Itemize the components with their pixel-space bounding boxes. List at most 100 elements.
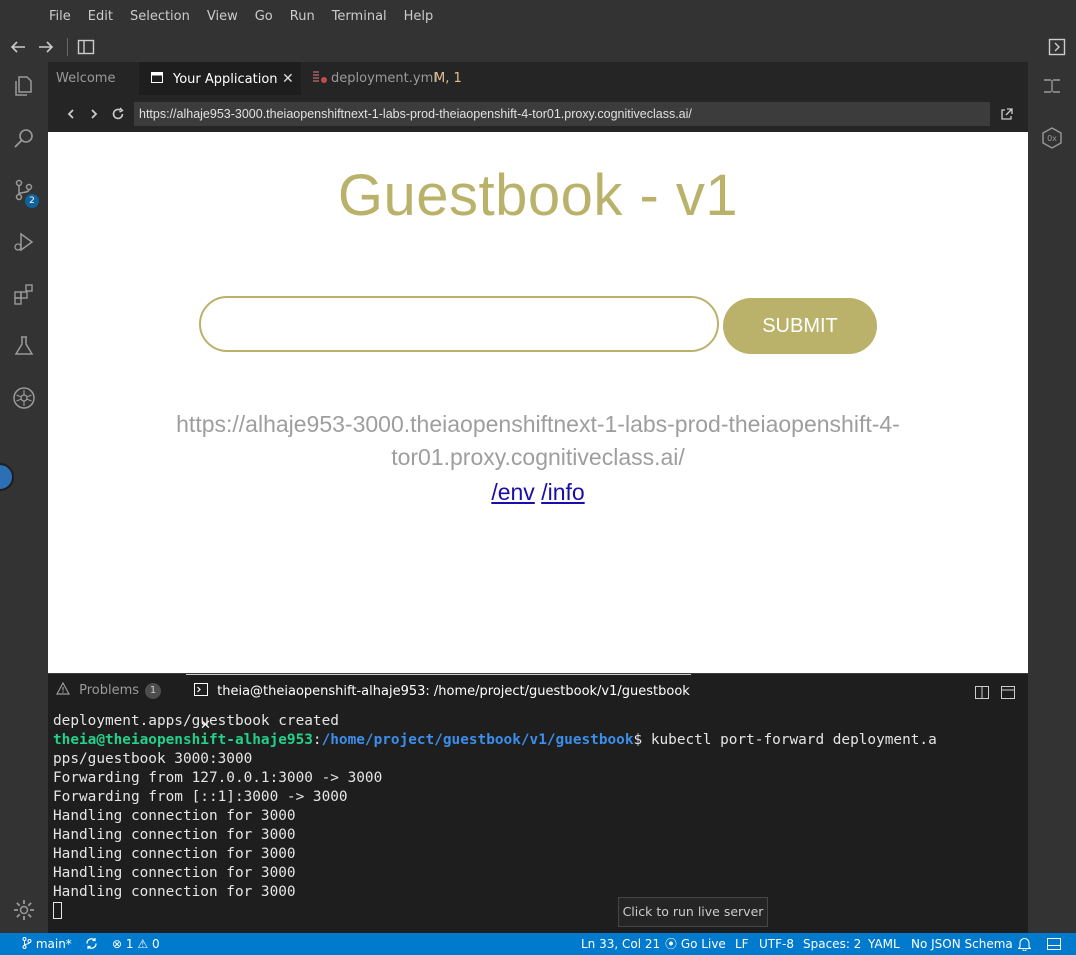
- tab-welcome-label: Welcome: [56, 71, 116, 86]
- json-schema-status[interactable]: No JSON Schema: [911, 933, 1013, 955]
- warning-triangle-icon: [55, 681, 74, 698]
- terminal-line: Handling connection for 3000: [53, 884, 296, 900]
- testing-flask-icon[interactable]: [12, 334, 36, 358]
- right-sidebar: 0x: [1028, 62, 1076, 933]
- error-count: 1: [125, 937, 134, 951]
- live-share-icon[interactable]: [0, 463, 14, 491]
- git-branch-status[interactable]: main*: [22, 933, 72, 955]
- toggle-right-panel-icon[interactable]: [1047, 37, 1067, 57]
- guestbook-links: /env /info: [48, 479, 1028, 506]
- broadcast-icon: ⦿: [665, 937, 678, 951]
- menu-bar: File Edit Selection View Go Run Terminal…: [0, 0, 1076, 32]
- terminal-line: Handling connection for 3000: [53, 865, 296, 881]
- url-input[interactable]: https://alhaje953-3000.theiaopenshiftnex…: [134, 102, 990, 126]
- menu-selection[interactable]: Selection: [130, 9, 190, 24]
- kubernetes-icon[interactable]: [12, 386, 36, 410]
- run-debug-icon[interactable]: [12, 230, 36, 254]
- tab-your-application-label: Your Application: [173, 72, 278, 87]
- prompt-path: /home/project/guestbook/v1/guestbook: [321, 732, 634, 748]
- prompt-separator: :: [312, 732, 322, 748]
- hex-editor-icon[interactable]: 0x: [1040, 126, 1064, 150]
- menu-run[interactable]: Run: [290, 9, 315, 24]
- tab-terminal[interactable]: theia@theiaopenshift-alhaje953: /home/pr…: [186, 674, 691, 733]
- go-live-label: Go Live: [680, 937, 726, 951]
- warning-icon: ⚠: [137, 937, 149, 951]
- forward-arrow-icon[interactable]: [36, 37, 56, 57]
- terminal-line: deployment.apps/guestbook created: [53, 713, 339, 729]
- tab-welcome[interactable]: Welcome: [56, 62, 146, 95]
- menu-go[interactable]: Go: [255, 9, 273, 24]
- host-url-text: https://alhaje953-3000.theiaopenshiftnex…: [176, 411, 900, 470]
- activity-bar: 2: [0, 62, 48, 933]
- yaml-file-icon: [312, 62, 330, 95]
- browser-refresh-icon[interactable]: [111, 106, 125, 125]
- tab-modified-status: M, 1: [434, 71, 462, 86]
- prompt-command: $ kubectl port-forward deployment.a: [633, 732, 937, 748]
- prompt-user: theia@theiaopenshift-alhaje953: [53, 732, 313, 748]
- toggle-panel-icon[interactable]: [1047, 938, 1061, 950]
- terminal-tab-title: theia@theiaopenshift-alhaje953: /home/pr…: [217, 684, 690, 699]
- terminal-line: Handling connection for 3000: [53, 846, 296, 862]
- git-branch-icon: [22, 937, 32, 949]
- error-icon: ⊗: [112, 937, 123, 951]
- submit-button[interactable]: SUBMIT: [723, 298, 877, 354]
- terminal-line: Handling connection for 3000: [53, 808, 296, 824]
- eol-status[interactable]: LF: [735, 933, 749, 955]
- browser-toolbar: https://alhaje953-3000.theiaopenshiftnex…: [48, 95, 1028, 132]
- terminal-line: Forwarding from 127.0.0.1:3000 -> 3000: [53, 770, 383, 786]
- encoding-status[interactable]: UTF-8: [759, 933, 794, 955]
- toggle-sidebar-icon[interactable]: [76, 37, 96, 57]
- menu-terminal[interactable]: Terminal: [332, 9, 387, 24]
- terminal-line: pps/guestbook 3000:3000: [53, 751, 253, 767]
- tab-your-application[interactable]: Your Application ✕: [139, 62, 301, 95]
- branch-name: main*: [35, 937, 72, 951]
- browser-window-icon: [151, 63, 163, 96]
- terminal-prompt-line: theia@theiaopenshift-alhaje953:/home/pro…: [53, 731, 1018, 750]
- terminal-output[interactable]: deployment.apps/guestbook created theia@t…: [53, 712, 1018, 922]
- editor-tabs: Welcome Your Application ✕ deployment.ym…: [48, 62, 1028, 95]
- web-preview: Guestbook - v1 SUBMIT https://alhaje953-…: [48, 132, 1028, 673]
- status-bar: main* ⊗ 1 ⚠ 0 Ln 33, Col 21 ⦿ Go Live LF…: [0, 933, 1076, 955]
- notifications-bell-icon[interactable]: [1018, 937, 1031, 951]
- explorer-files-icon[interactable]: [12, 74, 36, 98]
- toolbar: [0, 32, 1076, 62]
- terminal-line: Forwarding from [::1]:3000 -> 3000: [53, 789, 348, 805]
- info-link[interactable]: /info: [541, 479, 584, 505]
- menu-view[interactable]: View: [207, 9, 238, 24]
- browser-forward-icon[interactable]: [88, 106, 100, 125]
- search-icon[interactable]: [12, 126, 36, 150]
- terminal-cursor-line: [53, 902, 1018, 922]
- go-live-tooltip: Click to run live server: [618, 897, 768, 927]
- tab-close-icon[interactable]: ✕: [282, 63, 294, 96]
- language-mode[interactable]: YAML: [868, 933, 900, 955]
- outline-hierarchy-icon[interactable]: [1040, 74, 1064, 98]
- toolbar-divider: [67, 38, 68, 56]
- terminal-cursor: [53, 902, 62, 919]
- back-arrow-icon[interactable]: [8, 37, 28, 57]
- sync-icon[interactable]: [85, 933, 98, 955]
- tab-deployment-yml[interactable]: deployment.yml M, 1: [312, 62, 472, 95]
- tab-deployment-label: deployment.yml: [331, 71, 437, 86]
- maximize-panel-icon[interactable]: [1001, 684, 1015, 703]
- guestbook-entry-input[interactable]: [199, 296, 719, 352]
- env-link[interactable]: /env: [491, 479, 534, 505]
- menu-edit[interactable]: Edit: [88, 9, 113, 24]
- source-control-badge: 2: [25, 194, 39, 208]
- cursor-position[interactable]: Ln 33, Col 21: [581, 933, 660, 955]
- settings-gear-icon[interactable]: [12, 898, 36, 922]
- split-terminal-icon[interactable]: [975, 684, 989, 703]
- go-live-button[interactable]: ⦿ Go Live: [665, 933, 726, 955]
- browser-back-icon[interactable]: [65, 106, 77, 125]
- tab-problems[interactable]: Problems 1: [55, 674, 186, 708]
- extensions-icon[interactable]: [12, 282, 36, 306]
- terminal-line: Handling connection for 3000: [53, 827, 296, 843]
- problems-status[interactable]: ⊗ 1 ⚠ 0: [112, 933, 160, 955]
- menu-help[interactable]: Help: [404, 9, 434, 24]
- guestbook-title: Guestbook - v1: [337, 163, 739, 228]
- indentation-status[interactable]: Spaces: 2: [803, 933, 861, 955]
- problems-count-badge: 1: [145, 683, 162, 699]
- menu-file[interactable]: File: [49, 9, 71, 24]
- open-external-icon[interactable]: [1000, 106, 1013, 125]
- svg-text:0x: 0x: [1047, 134, 1057, 143]
- warning-count: 0: [151, 937, 160, 951]
